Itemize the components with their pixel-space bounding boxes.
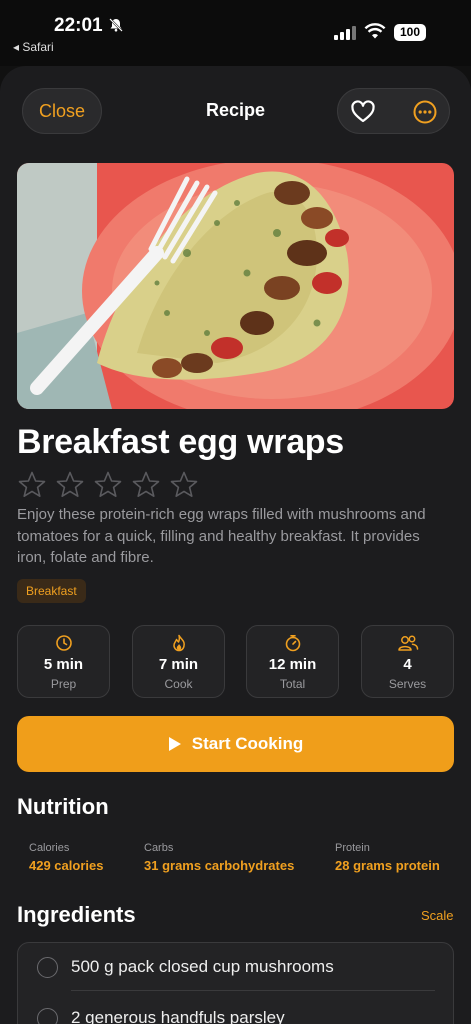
clock-icon [56,635,72,651]
stat-value: 7 min [158,656,199,673]
ingredients-list: 500 g pack closed cup mushrooms 2 genero… [17,942,454,1024]
stat-label: Total [279,677,306,691]
nutrition-protein: Protein 28 grams protein [335,842,440,873]
play-icon [168,737,181,751]
back-to-safari[interactable]: ◂ Safari [13,40,54,54]
star-icon[interactable] [93,470,123,500]
start-cooking-button[interactable]: Start Cooking [17,716,454,772]
bell-muted-icon [109,18,123,32]
stat-value: 12 min [268,656,317,673]
recipe-description: Enjoy these protein-rich egg wraps fille… [17,506,426,566]
divider [71,990,435,991]
star-icon[interactable] [131,470,161,500]
nutrition-value: 31 grams carbohydrates [144,858,295,873]
nutrition-calories: Calories 429 calories [29,842,103,873]
stat-label: Serves [388,677,427,691]
flame-icon [173,634,185,652]
nav-actions-group [337,88,450,134]
more-options-icon[interactable] [412,99,438,125]
nutrition-value: 429 calories [29,858,104,873]
star-icon[interactable] [17,470,47,500]
nutrition-label: Carbs [144,842,174,854]
ingredient-checkbox[interactable] [37,1008,58,1024]
ingredient-item[interactable]: 2 generous handfuls parsley [18,994,453,1024]
ingredient-checkbox[interactable] [37,957,58,978]
recipe-title: Breakfast egg wraps [17,423,344,461]
nutrition-carbs: Carbs 31 grams carbohydrates [144,842,294,873]
cellular-signal-icon [334,26,356,40]
scale-button[interactable]: Scale [421,908,454,923]
wifi-icon [364,23,386,39]
ingredient-text: 500 g pack closed cup mushrooms [71,957,334,976]
ingredient-text: 2 generous handfuls parsley [71,1008,285,1024]
nutrition-heading: Nutrition [17,794,109,819]
timer-icon [285,635,301,652]
stat-serves: 4 Serves [361,625,454,698]
stat-label: Prep [50,677,77,691]
ingredient-item[interactable]: 500 g pack closed cup mushrooms [18,943,453,987]
nutrition-value: 28 grams protein [335,858,440,873]
star-icon[interactable] [169,470,199,500]
nutrition-label: Protein [335,842,370,854]
stat-cook: 7 min Cook [132,625,225,698]
people-icon [398,635,419,651]
recipe-stats: 5 min Prep 7 min Cook 12 min Total 4 Ser… [17,625,454,698]
stat-prep: 5 min Prep [17,625,110,698]
nutrition-label: Calories [29,842,70,854]
recipe-sheet: Close Recipe Breakfast egg wraps Enjoy t… [0,66,471,1024]
stat-value: 4 [403,656,412,673]
battery-indicator: 100 [394,24,426,41]
status-time: 22:01 [54,15,103,36]
category-tag[interactable]: Breakfast [17,579,86,603]
star-icon[interactable] [55,470,85,500]
start-cooking-label: Start Cooking [191,734,304,753]
stat-label: Cook [164,677,193,691]
status-bar: 22:01 ◂ Safari 100 [0,0,471,66]
stat-total: 12 min Total [246,625,339,698]
stat-value: 5 min [43,656,84,673]
heart-icon[interactable] [350,99,376,125]
rating-stars[interactable] [17,470,199,500]
recipe-hero-image [17,163,454,409]
ingredients-heading: Ingredients [17,902,136,927]
